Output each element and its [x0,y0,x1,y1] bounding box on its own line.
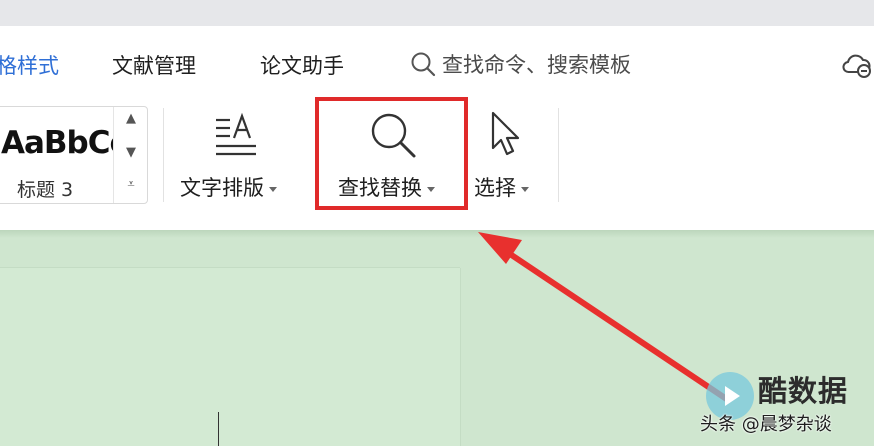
style-gallery[interactable]: AaBbCc 标题 3 ▲ ▼ ⩡ [0,106,148,204]
gallery-scroller: ▲ ▼ ⩡ [113,107,147,203]
search-placeholder: 查找命令、搜索模板 [442,53,631,77]
tab-styles[interactable]: 格样式 [0,50,59,80]
command-search[interactable]: 查找命令、搜索模板 [410,48,631,80]
pointer-icon [491,111,520,156]
text-cursor [218,412,219,446]
document-page[interactable] [0,268,460,446]
style-sample-text: AaBbCc [1,125,113,161]
gallery-up-icon[interactable]: ▲ [114,111,148,126]
select-text: 选择 [474,176,516,200]
watermark-source: 头条 @晨梦杂谈 [700,414,832,435]
select-label[interactable]: 选择 [474,172,529,202]
chevron-down-icon [269,186,277,192]
watermark-brand: 酷数据 [758,374,849,408]
chevron-down-icon [521,186,529,192]
gallery-down-icon[interactable]: ▼ [114,145,148,160]
style-name: 标题 3 [17,179,74,201]
tab-paper-assistant[interactable]: 论文助手 [260,50,344,80]
ribbon-divider [163,108,164,202]
gallery-more-icon[interactable]: ⩡ [114,177,148,192]
text-layout-icon [216,112,256,156]
title-bar-strip [0,0,874,26]
search-icon [411,52,436,77]
tab-references[interactable]: 文献管理 [112,50,196,80]
highlight-box [315,97,468,210]
ribbon-shadow [0,230,874,238]
text-layout-label[interactable]: 文字排版 [180,172,277,202]
cloud-sync-icon[interactable] [840,48,874,82]
text-layout-text: 文字排版 [180,176,264,200]
ribbon-divider [558,108,559,202]
